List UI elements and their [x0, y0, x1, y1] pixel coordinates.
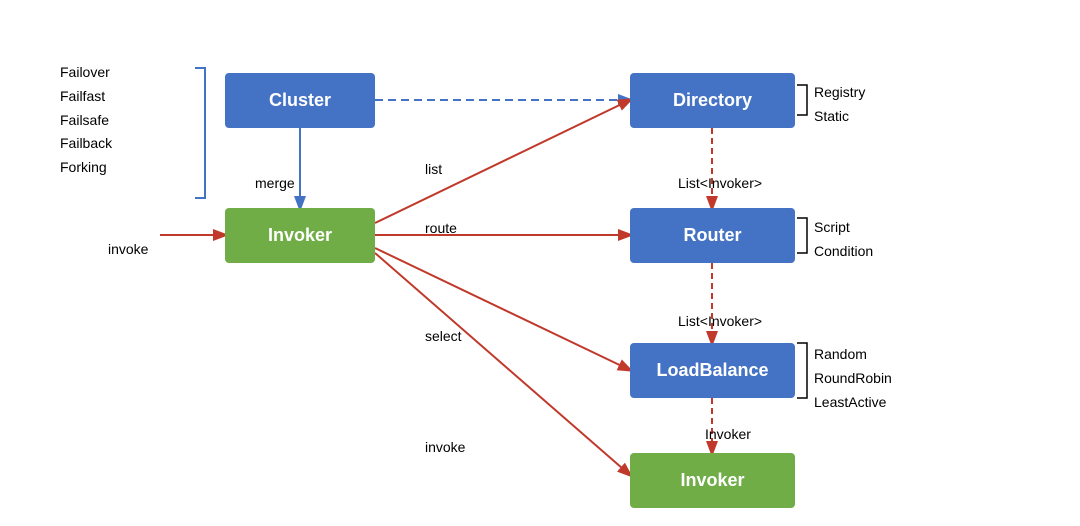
random-label: Random [814, 343, 892, 367]
loadbalance-type-labels: Random RoundRobin LeastActive [814, 343, 892, 414]
loadbalance-label: LoadBalance [656, 360, 768, 381]
cluster-box: Cluster [225, 73, 375, 128]
list-invoker-label: List<Invoker> [678, 175, 762, 191]
leastactive-label: LeastActive [814, 391, 892, 415]
registry-label: Registry [814, 81, 865, 105]
route-label: route [425, 220, 457, 236]
diagram-container: Cluster Invoker Directory Router LoadBal… [40, 13, 1040, 513]
directory-label: Directory [673, 90, 752, 111]
select-label: select [425, 328, 462, 344]
invoker-bottom-label: Invoker [680, 470, 744, 491]
list-invoker2-label: List<Invoker> [678, 313, 762, 329]
loadbalance-box: LoadBalance [630, 343, 795, 398]
script-label: Script [814, 216, 873, 240]
router-type-labels: Script Condition [814, 216, 873, 264]
invoke2-label: invoke [425, 439, 465, 455]
router-box: Router [630, 208, 795, 263]
arrows-svg [40, 13, 1040, 513]
invoker-top-label: Invoker [268, 225, 332, 246]
invoker-bottom-box: Invoker [630, 453, 795, 508]
list-label: list [425, 161, 442, 177]
directory-box: Directory [630, 73, 795, 128]
cluster-label: Cluster [269, 90, 331, 111]
static-label: Static [814, 105, 865, 129]
directory-type-labels: Registry Static [814, 81, 865, 129]
failsafe-label: Failsafe [60, 109, 112, 133]
invoker-edge-label: Invoker [705, 426, 751, 442]
failfast-label: Failfast [60, 85, 112, 109]
condition-label: Condition [814, 240, 873, 264]
invoke-label: invoke [108, 241, 148, 257]
forking-label: Forking [60, 156, 112, 180]
roundrobin-label: RoundRobin [814, 367, 892, 391]
invoker-top-box: Invoker [225, 208, 375, 263]
failover-label: Failover [60, 61, 112, 85]
router-label: Router [684, 225, 742, 246]
cluster-type-labels: Failover Failfast Failsafe Failback Fork… [60, 61, 112, 180]
merge-label: merge [255, 175, 295, 191]
failback-label: Failback [60, 132, 112, 156]
